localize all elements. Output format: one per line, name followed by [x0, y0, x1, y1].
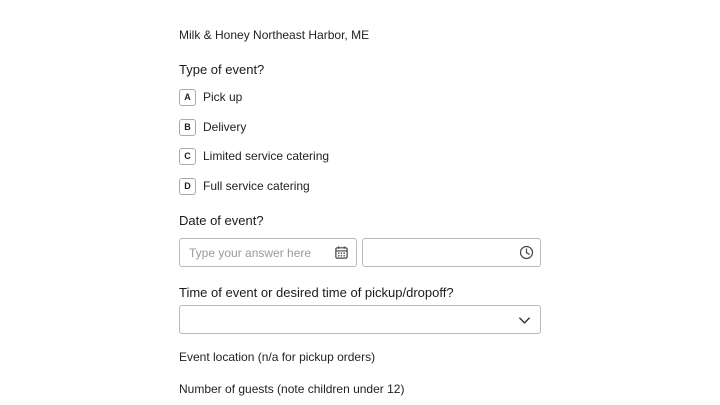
- event-time-question: Time of event or desired time of pickup/…: [179, 285, 454, 300]
- choice-label: Limited service catering: [203, 149, 330, 163]
- number-of-guests-label: Number of guests (note children under 12…: [179, 382, 405, 396]
- clock-icon[interactable]: [519, 245, 534, 260]
- choice-key-a: A: [179, 88, 196, 106]
- date-field[interactable]: [179, 238, 357, 267]
- choice-key-d: D: [179, 177, 196, 195]
- event-type-question: Type of event?: [179, 62, 265, 77]
- chevron-down-icon[interactable]: [517, 313, 532, 328]
- choice-pick-up[interactable]: A Pick up: [179, 87, 242, 107]
- choice-label: Full service catering: [203, 179, 310, 193]
- choice-delivery[interactable]: B Delivery: [179, 117, 246, 137]
- time-select-dropdown[interactable]: [179, 305, 541, 334]
- choice-label: Delivery: [203, 120, 247, 134]
- event-location-label: Event location (n/a for pickup orders): [179, 350, 376, 364]
- choice-label: Pick up: [203, 90, 243, 104]
- order-form-page: Milk & Honey Northeast Harbor, ME Type o…: [0, 0, 720, 405]
- time-input[interactable]: [372, 239, 512, 266]
- event-date-question: Date of event?: [179, 213, 264, 228]
- choice-key-c: C: [179, 147, 196, 165]
- choice-full-service-catering[interactable]: D Full service catering: [179, 176, 310, 196]
- date-input[interactable]: [189, 239, 329, 266]
- time-field[interactable]: [362, 238, 541, 267]
- choice-key-b: B: [179, 118, 196, 136]
- business-name: Milk & Honey Northeast Harbor, ME: [179, 28, 370, 42]
- choice-limited-service-catering[interactable]: C Limited service catering: [179, 146, 329, 166]
- calendar-icon[interactable]: [334, 245, 349, 260]
